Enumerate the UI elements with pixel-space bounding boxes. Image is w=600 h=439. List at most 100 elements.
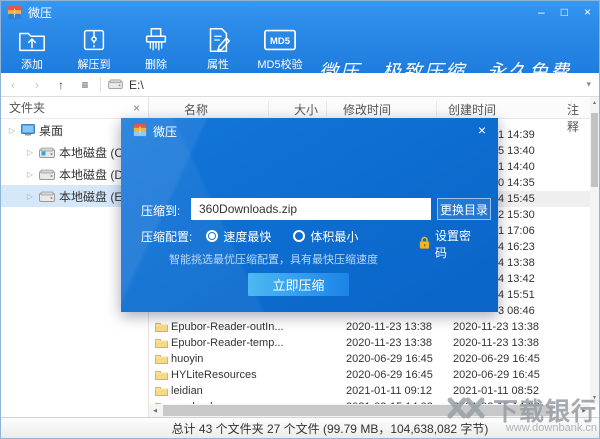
maximize-button[interactable]: □ — [561, 1, 568, 23]
file-name[interactable]: leidian — [171, 383, 203, 399]
set-password-link[interactable]: 设置密码 — [419, 227, 481, 261]
dialog-titlebar: 微压 — [133, 123, 177, 140]
file-name[interactable]: HYLiteResources — [171, 367, 257, 383]
chevron-down-icon[interactable]: ▾ — [586, 79, 591, 90]
scroll-up-icon[interactable]: ▲ — [590, 97, 599, 109]
created-time: 2021-01-11 08:52 — [453, 383, 539, 399]
toolbar-button-label: 删除 — [145, 56, 167, 72]
created-time-fragment: 4 15:51 — [498, 287, 535, 303]
minimize-button[interactable]: – — [538, 1, 545, 23]
toolbar: 添加 解压到 删除 属性MD5 MD5校验 微压，极致压缩，永久免费 — [1, 23, 599, 73]
expand-arrow-icon[interactable]: ▷ — [25, 192, 35, 201]
radio-fastest-label[interactable]: 速度最快 — [223, 228, 271, 245]
file-name[interactable]: Epubor-Reader-outIn... — [171, 319, 284, 335]
back-button[interactable]: ‹ — [1, 74, 25, 96]
app-icon — [133, 123, 147, 140]
dialog-close-icon[interactable]: × — [478, 122, 486, 138]
column-divider — [571, 101, 572, 116]
file-name[interactable]: huoyin — [171, 351, 203, 367]
scroll-right-icon[interactable]: ▶ — [578, 404, 590, 417]
add-folder-icon — [17, 25, 47, 55]
toolbar-button-extract[interactable]: 解压到 — [63, 23, 125, 73]
archive-name-input[interactable] — [191, 198, 431, 220]
vscroll-thumb[interactable] — [591, 113, 598, 187]
expand-arrow-icon[interactable]: ▷ — [25, 148, 35, 157]
column-header[interactable]: 名称 — [184, 101, 208, 118]
column-header[interactable]: 大小 — [294, 101, 318, 118]
addressbar: ‹›↑≡ E:\ ▾ — [1, 73, 599, 97]
column-divider — [436, 101, 437, 116]
drive-c-icon — [39, 147, 55, 158]
tree-item-label: 桌面 — [39, 122, 63, 139]
table-row[interactable]: Epubor-Reader-temp... 2020-11-23 13:38 2… — [149, 335, 592, 351]
tree-close-icon[interactable]: × — [133, 101, 140, 115]
modified-time: 2020-06-29 16:45 — [346, 351, 433, 367]
created-time-fragment: 3 08:46 — [498, 303, 535, 319]
vertical-scrollbar[interactable]: ▲ ▼ — [590, 97, 599, 404]
divider — [100, 77, 101, 93]
file-name[interactable]: Epubor-Reader-temp... — [171, 335, 284, 351]
tree-panel-header: 文件夹 × — [1, 97, 148, 119]
hscroll-thumb[interactable] — [163, 405, 553, 416]
column-divider — [326, 101, 327, 116]
drive-icon — [39, 191, 55, 202]
change-directory-button[interactable]: 更换目录 — [437, 198, 491, 220]
table-row[interactable]: leidian 2021-01-11 09:12 2021-01-11 08:5… — [149, 383, 592, 399]
toolbar-button-md5[interactable]: MD5 MD5校验 — [249, 23, 311, 73]
toolbar-button-properties[interactable]: 属性 — [187, 23, 249, 73]
radio-smallest-label[interactable]: 体积最小 — [310, 228, 358, 245]
created-time: 2020-11-23 13:38 — [453, 319, 539, 335]
statusbar: 总计 43 个文件夹 27 个文件 (99.79 MB，104,638,082 … — [1, 417, 599, 438]
toolbar-buttons: 添加 解压到 删除 属性 MD5 MD5校验 — [1, 23, 311, 73]
table-row[interactable]: HYLiteResources 2020-06-29 16:45 2020-06… — [149, 367, 592, 383]
horizontal-scrollbar[interactable]: ◀ ▶ — [149, 404, 590, 417]
toolbar-button-label: 属性 — [207, 56, 229, 72]
column-header[interactable]: 创建时间 — [448, 101, 496, 118]
expand-arrow-icon[interactable]: ▷ — [7, 126, 17, 135]
properties-icon — [203, 25, 233, 55]
address-path: E:\ — [129, 78, 144, 92]
modified-time: 2020-06-29 16:45 — [346, 367, 433, 383]
scroll-down-icon[interactable]: ▼ — [590, 392, 599, 404]
column-header[interactable]: 修改时间 — [343, 101, 391, 118]
created-time: 2020-11-23 13:38 — [453, 335, 539, 351]
expand-arrow-icon[interactable]: ▷ — [25, 170, 35, 179]
scroll-left-icon[interactable]: ◀ — [149, 404, 161, 417]
toolbar-button-add-folder[interactable]: 添加 — [1, 23, 63, 73]
compress-to-label: 压缩到: — [141, 202, 180, 219]
compression-hint: 智能挑选最优压缩配置，具有最快压缩速度 — [169, 251, 378, 267]
modified-time: 2020-11-23 13:38 — [346, 335, 432, 351]
window-title: 微压 — [28, 4, 52, 21]
toolbar-button-label: MD5校验 — [257, 56, 302, 72]
created-time-fragment: 4 13:38 — [498, 255, 535, 271]
extract-icon — [79, 25, 109, 55]
address-field[interactable]: E:\ — [104, 78, 599, 92]
forward-button[interactable]: › — [25, 74, 49, 96]
compress-dialog: 微压 × 压缩到: 更换目录 压缩配置: 速度最快 体积最小 设置密码 智能挑选… — [121, 118, 498, 312]
table-row[interactable]: Epubor-Reader-outIn... 2020-11-23 13:38 … — [149, 319, 592, 335]
tree-panel-title: 文件夹 — [9, 99, 45, 116]
close-button[interactable]: × — [584, 1, 591, 23]
tree-item-label: 本地磁盘 (D — [59, 166, 123, 183]
config-label: 压缩配置: — [141, 228, 192, 245]
list-view-button[interactable]: ≡ — [73, 74, 97, 96]
radio-fastest-speed[interactable] — [206, 230, 218, 242]
list-header: 名称大小修改时间创建时间注释 — [149, 98, 590, 119]
created-time-fragment: 1 14:39 — [498, 127, 535, 143]
up-button[interactable]: ↑ — [49, 74, 73, 96]
toolbar-button-shredder[interactable]: 删除 — [125, 23, 187, 73]
table-row[interactable]: huoyin 2020-06-29 16:45 2020-06-29 16:45 — [149, 351, 592, 367]
toolbar-button-label: 解压到 — [78, 56, 111, 72]
tree-item-label: 本地磁盘 (E — [59, 188, 122, 205]
column-divider — [268, 101, 269, 116]
md5-icon: MD5 — [263, 25, 297, 55]
created-time: 2020-06-29 16:45 — [453, 351, 540, 367]
compress-now-button[interactable]: 立即压缩 — [248, 273, 349, 296]
drive-icon — [108, 78, 123, 92]
created-time: 2020-06-29 16:45 — [453, 367, 540, 383]
titlebar: 微压 – □ × — [1, 1, 599, 23]
created-time-fragment: 2 15:30 — [498, 207, 535, 223]
dialog-title: 微压 — [153, 123, 177, 140]
radio-smallest-size[interactable] — [293, 230, 305, 242]
lock-icon — [419, 236, 430, 252]
